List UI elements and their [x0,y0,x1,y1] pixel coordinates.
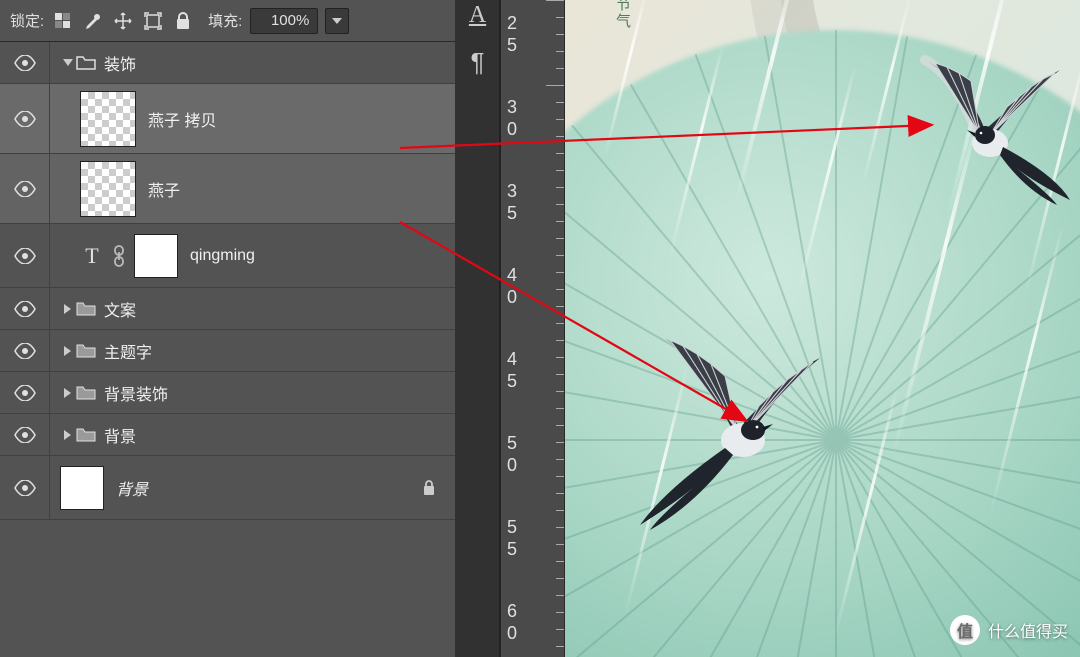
layer-group-decor[interactable]: 装饰 [0,42,455,84]
ruler-tick: 5 5 [507,516,517,560]
folder-icon [76,427,96,443]
folder-icon [76,301,96,317]
ruler-tick: 3 5 [507,180,517,224]
jieqi-text: 节气 [612,0,633,30]
lock-artboard-icon[interactable] [142,10,164,32]
character-panel-icon[interactable]: A [469,2,486,29]
layer-toolbar: 锁定: 填充: 100% [0,0,455,42]
layers-panel: 锁定: 填充: 100% [0,0,455,657]
layer-name: 背景 [104,423,449,447]
folder-icon [76,55,96,71]
chevron-right-icon[interactable] [60,346,76,356]
visibility-toggle[interactable] [0,456,50,519]
layer-swallow-copy[interactable]: 燕子 拷贝 [0,84,455,154]
visibility-toggle[interactable] [0,224,50,287]
lock-all-icon[interactable] [172,10,194,32]
layer-thumbnail[interactable] [80,91,136,147]
layer-name: 文案 [104,297,449,321]
watermark-text: 什么值得买 [988,618,1068,642]
swallow-bird [625,320,835,530]
visibility-toggle[interactable] [0,84,50,153]
chevron-right-icon[interactable] [60,388,76,398]
layer-name: 背景装饰 [104,381,449,405]
layer-thumbnail[interactable] [60,466,104,510]
fill-value: 100% [259,12,309,29]
chevron-down-icon[interactable] [60,59,76,67]
visibility-toggle[interactable] [0,330,50,371]
chevron-right-icon[interactable] [60,304,76,314]
layer-swallow[interactable]: 燕子 [0,154,455,224]
ruler-tickmarks [538,0,564,657]
layer-name: 装饰 [104,51,449,75]
lock-move-icon[interactable] [112,10,134,32]
lock-icon[interactable] [409,456,449,519]
layer-group-theme[interactable]: 主题字 [0,330,455,372]
ruler-vertical[interactable]: 2 5 3 0 3 5 4 0 4 5 5 0 5 5 6 0 [500,0,565,657]
fill-dropdown[interactable] [325,8,349,34]
layer-name: 主题字 [104,339,449,363]
watermark-badge-icon: 值 [950,615,980,645]
ruler-tick: 6 0 [507,600,517,644]
layer-group-copy[interactable]: 文案 [0,288,455,330]
ruler-tick: 2 5 [507,12,517,56]
visibility-toggle[interactable] [0,154,50,223]
folder-icon [76,385,96,401]
layer-group-bgdecor[interactable]: 背景装饰 [0,372,455,414]
ruler-tick: 3 0 [507,96,517,140]
layer-thumbnail[interactable] [80,161,136,217]
text-layer-icon: T [80,243,104,269]
layer-group-bg[interactable]: 背景 [0,414,455,456]
layers-list: 装饰 燕子 拷贝 燕子 [0,42,455,520]
paragraph-panel-icon[interactable]: ¶ [471,47,485,78]
swallow-copy-bird [885,45,1075,205]
layer-name: qingming [190,247,449,265]
paragraph-panel-icons: A ¶ [455,0,500,78]
visibility-toggle[interactable] [0,42,50,83]
chevron-right-icon[interactable] [60,430,76,440]
link-icon[interactable] [110,245,128,267]
lock-label: 锁定: [10,10,44,31]
canvas[interactable]: 节气 [565,0,1080,657]
ruler-tick: 4 5 [507,348,517,392]
visibility-toggle[interactable] [0,372,50,413]
fill-label: 填充: [208,10,242,31]
layer-name: 背景 [116,476,409,500]
layer-name: 燕子 [148,177,449,201]
visibility-toggle[interactable] [0,414,50,455]
layer-text-qingming[interactable]: T qingming [0,224,455,288]
folder-icon [76,343,96,359]
fill-input[interactable]: 100% [250,8,318,34]
lock-brush-icon[interactable] [82,10,104,32]
layer-background[interactable]: 背景 [0,456,455,520]
layer-name: 燕子 拷贝 [148,107,449,131]
layer-thumbnail[interactable] [134,234,178,278]
ruler-tick: 4 0 [507,264,517,308]
lock-transparency-icon[interactable] [52,10,74,32]
ruler-tick: 5 0 [507,432,517,476]
visibility-toggle[interactable] [0,288,50,329]
watermark: 值 什么值得买 [950,615,1068,645]
tool-column [455,0,500,657]
